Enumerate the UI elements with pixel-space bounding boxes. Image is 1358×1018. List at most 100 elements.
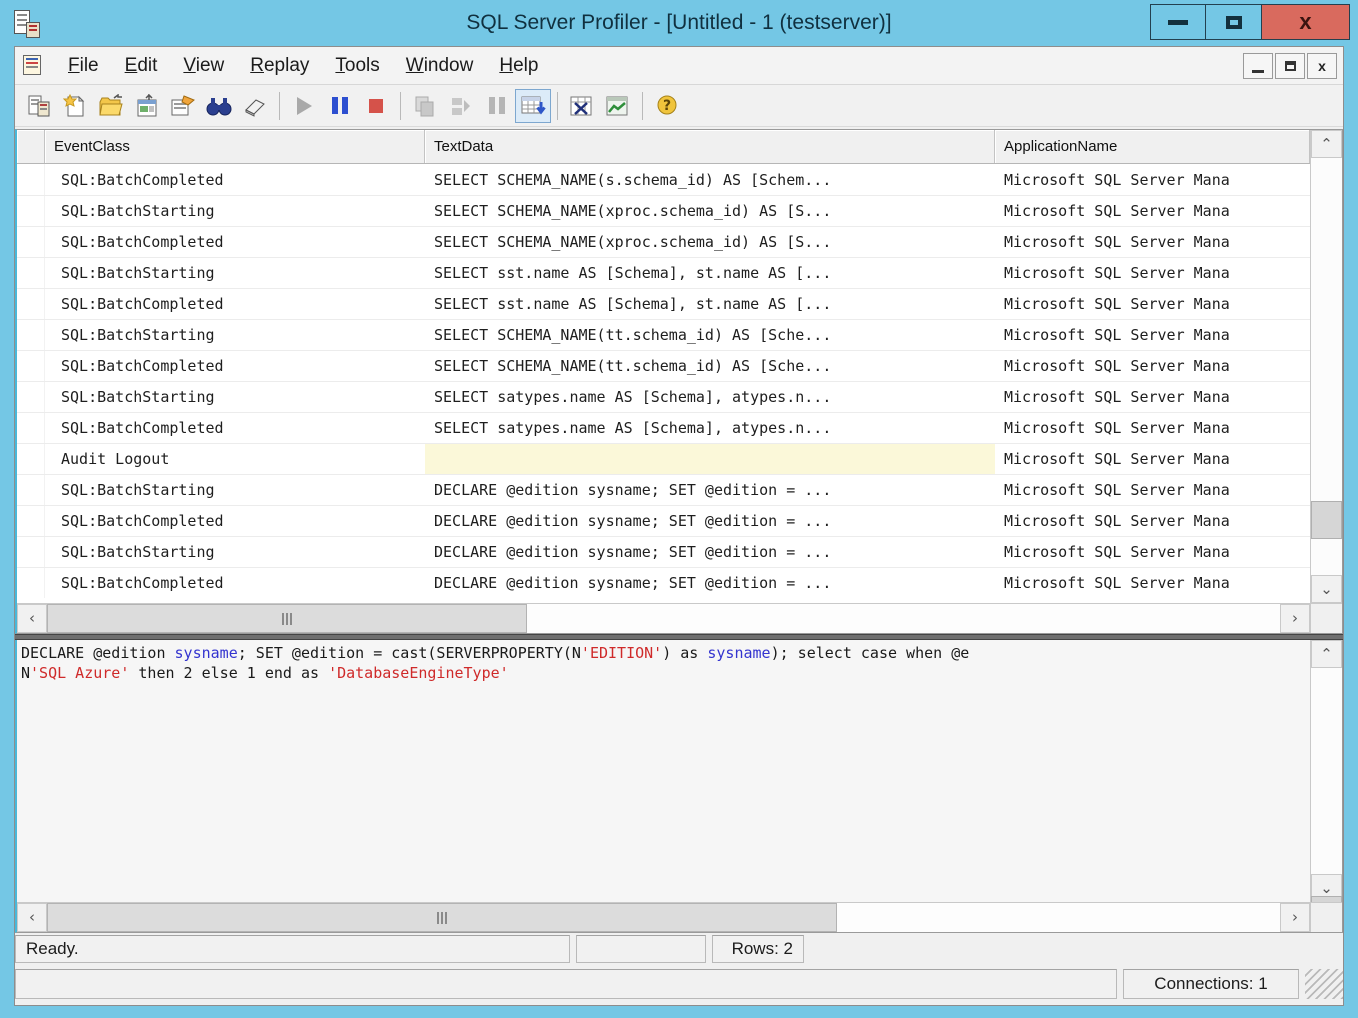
new-trace-button[interactable]: [21, 89, 57, 123]
menu-help[interactable]: Help: [486, 50, 551, 82]
scroll-left-button[interactable]: ‹: [17, 604, 47, 633]
maximize-button[interactable]: [1206, 4, 1262, 40]
menu-tools[interactable]: Tools: [322, 50, 392, 82]
table-row[interactable]: SQL:BatchStartingDECLARE @edition sysnam…: [17, 474, 1310, 505]
column-header-textdata[interactable]: TextData: [425, 130, 995, 163]
chevron-down-icon: ⌄: [1320, 881, 1333, 896]
status-rows-count: Rows: 2: [712, 935, 804, 963]
replay-to-breakpoint-button[interactable]: [443, 89, 479, 123]
chevron-up-icon: ⌃: [1320, 647, 1333, 662]
sql-hscroll-track[interactable]: [47, 903, 1280, 932]
sql-vscroll-track[interactable]: [1311, 668, 1342, 874]
organize-columns-button[interactable]: [600, 89, 636, 123]
pause-gray-icon: [489, 97, 505, 114]
grid-vertical-scrollbar[interactable]: ⌃ ⌄: [1310, 130, 1342, 603]
highlighted-cell: [425, 444, 995, 474]
sql-vertical-scrollbar[interactable]: ⌃ ⌄: [1310, 640, 1342, 902]
child-close-button[interactable]: x: [1307, 53, 1337, 79]
table-row[interactable]: SQL:BatchCompletedSELECT satypes.name AS…: [17, 412, 1310, 443]
scroll-left-button[interactable]: ‹: [17, 903, 47, 932]
new-trace-icon: [27, 94, 51, 118]
open-trace-button[interactable]: [93, 89, 129, 123]
chevron-left-icon: ‹: [29, 611, 35, 626]
clear-trace-button[interactable]: [237, 89, 273, 123]
chevron-down-icon: ⌄: [1320, 582, 1333, 597]
find-button[interactable]: [201, 89, 237, 123]
status-connections: Connections: 1: [1123, 969, 1299, 999]
table-row[interactable]: SQL:BatchStartingDECLARE @edition sysnam…: [17, 536, 1310, 567]
sql-hscroll-thumb[interactable]: [47, 903, 837, 932]
scroll-up-button[interactable]: ⌃: [1311, 640, 1342, 668]
table-row[interactable]: SQL:BatchStartingSELECT SCHEMA_NAME(tt.s…: [17, 319, 1310, 350]
pause-icon: [332, 97, 348, 114]
scroll-right-button[interactable]: ›: [1280, 604, 1310, 633]
scroll-down-button[interactable]: ⌄: [1311, 575, 1342, 603]
title-bar[interactable]: SQL Server Profiler - [Untitled - 1 (tes…: [0, 0, 1358, 46]
scroll-up-button[interactable]: ⌃: [1311, 130, 1342, 158]
child-minimize-button[interactable]: [1243, 53, 1273, 79]
close-icon: x: [1299, 11, 1311, 33]
table-row[interactable]: SQL:BatchCompletedSELECT SCHEMA_NAME(xpr…: [17, 226, 1310, 257]
status-bar: Ready. Rows: 2: [15, 933, 1343, 965]
sql-text-view[interactable]: DECLARE @edition sysname; SET @edition =…: [17, 640, 1310, 902]
close-button[interactable]: x: [1262, 4, 1350, 40]
scrollbar-corner: [1310, 903, 1342, 932]
table-row[interactable]: SQL:BatchStartingSELECT satypes.name AS …: [17, 381, 1310, 412]
row-selector-header[interactable]: [17, 130, 45, 163]
child-restore-icon: [1285, 61, 1296, 71]
grid-vscroll-thumb[interactable]: [1311, 501, 1342, 539]
column-header-eventclass[interactable]: EventClass: [45, 130, 425, 163]
table-row[interactable]: SQL:BatchCompletedSELECT sst.name AS [Sc…: [17, 288, 1310, 319]
menu-bar: File Edit View Replay Tools Window Help …: [15, 47, 1343, 85]
chevron-left-icon: ‹: [29, 910, 35, 925]
auto-scroll-button[interactable]: [515, 89, 551, 123]
sql-horizontal-scrollbar[interactable]: ‹ ›: [17, 902, 1342, 932]
chevron-right-icon: ›: [1292, 611, 1298, 626]
menu-edit[interactable]: Edit: [112, 50, 171, 82]
chevron-right-icon: ›: [1292, 910, 1298, 925]
scroll-right-button[interactable]: ›: [1280, 903, 1310, 932]
table-row[interactable]: SQL:BatchStartingSELECT SCHEMA_NAME(xpro…: [17, 195, 1310, 226]
toolbar-separator: [400, 92, 401, 120]
properties-button[interactable]: [165, 89, 201, 123]
menu-replay[interactable]: Replay: [237, 50, 322, 82]
start-replay-button[interactable]: [286, 89, 322, 123]
grid-vscroll-track[interactable]: [1311, 158, 1342, 575]
resize-grip[interactable]: [1305, 969, 1343, 999]
window-content: File Edit View Replay Tools Window Help …: [14, 46, 1344, 1006]
toggle-pause-button[interactable]: [479, 89, 515, 123]
help-button[interactable]: ?: [649, 89, 685, 123]
grid-horizontal-scrollbar[interactable]: ‹ ›: [17, 603, 1342, 633]
grid-hscroll-thumb[interactable]: [47, 604, 527, 633]
status-ready: Ready.: [15, 935, 570, 963]
save-trace-button[interactable]: [129, 89, 165, 123]
toolbar-separator: [279, 92, 280, 120]
table-row[interactable]: SQL:BatchCompletedSELECT SCHEMA_NAME(s.s…: [17, 164, 1310, 195]
menu-view[interactable]: View: [170, 50, 237, 82]
grid-header: EventClass TextData ApplicationName: [17, 130, 1310, 164]
column-header-applicationname[interactable]: ApplicationName: [995, 130, 1310, 163]
play-icon: [297, 97, 312, 115]
minimize-button[interactable]: [1150, 4, 1206, 40]
step-pages-icon: [413, 94, 437, 118]
clear-grid-button[interactable]: [564, 89, 600, 123]
svg-text:?: ?: [663, 98, 671, 114]
replay-step-button[interactable]: [407, 89, 443, 123]
sql-vscroll-thumb[interactable]: [1311, 896, 1342, 902]
grid-body: SQL:BatchCompletedSELECT SCHEMA_NAME(s.s…: [17, 164, 1310, 603]
table-row[interactable]: SQL:BatchStartingSELECT sst.name AS [Sch…: [17, 257, 1310, 288]
menu-window[interactable]: Window: [393, 50, 487, 82]
status-empty-panel: [576, 935, 706, 963]
grid-hscroll-track[interactable]: [47, 604, 1280, 633]
table-row[interactable]: SQL:BatchCompletedDECLARE @edition sysna…: [17, 567, 1310, 598]
child-restore-button[interactable]: [1275, 53, 1305, 79]
child-minimize-icon: [1252, 70, 1264, 73]
new-document-button[interactable]: [57, 89, 93, 123]
chevron-up-icon: ⌃: [1320, 137, 1333, 152]
pause-replay-button[interactable]: [322, 89, 358, 123]
table-row[interactable]: SQL:BatchCompletedDECLARE @edition sysna…: [17, 505, 1310, 536]
table-row[interactable]: SQL:BatchCompletedSELECT SCHEMA_NAME(tt.…: [17, 350, 1310, 381]
table-row-audit-logout[interactable]: Audit LogoutMicrosoft SQL Server Mana: [17, 443, 1310, 474]
menu-file[interactable]: File: [55, 50, 112, 82]
stop-replay-button[interactable]: [358, 89, 394, 123]
